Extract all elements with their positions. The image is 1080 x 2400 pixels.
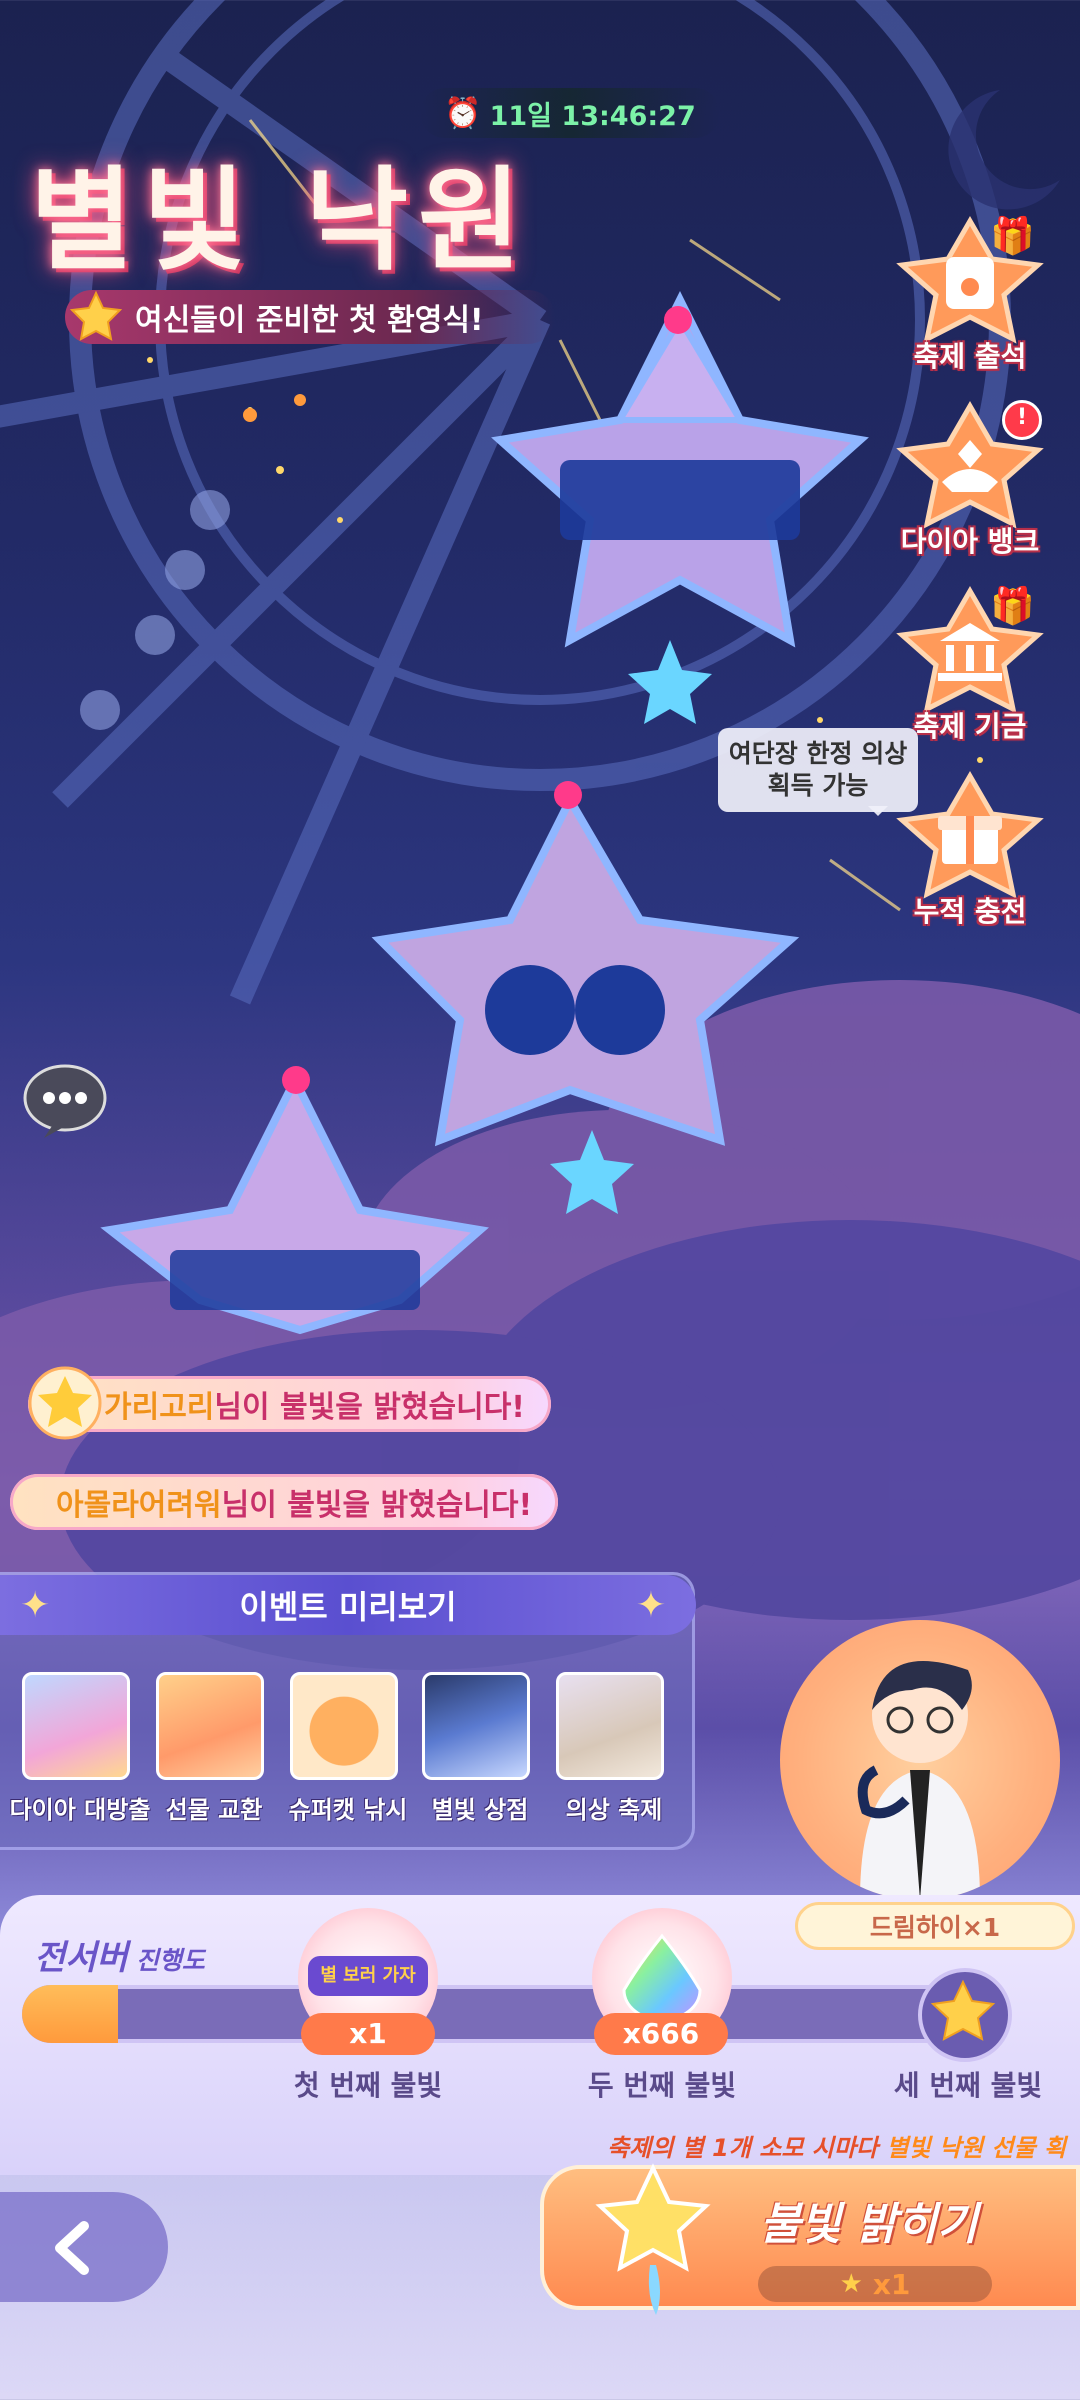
gift-icon: 🎁 xyxy=(990,216,1035,257)
lantern-tooltip: 여단장 한정 의상 획득 가능 xyxy=(718,728,918,816)
tooltip-line-1: 여단장 한정 의상 xyxy=(728,739,908,768)
diamond-bank-label: 다이아 뱅크 xyxy=(900,525,1040,558)
diamond-bank-button[interactable]: ! 다이아 뱅크 xyxy=(890,400,1050,560)
festival-attendance-label: 축제 출석 xyxy=(913,340,1027,373)
festival-star-icon: ★ xyxy=(839,2269,863,2299)
progress-bar-fill xyxy=(22,1985,118,2043)
festival-fund-button[interactable]: 🎁 축제 기금 xyxy=(890,585,1050,745)
chat-bubble-icon xyxy=(23,1064,107,1138)
star-icon xyxy=(930,1979,996,2041)
character-illustration xyxy=(857,1661,980,1900)
event-subtitle: 여신들이 준비한 첫 환영식! xyxy=(65,290,555,344)
progress-title-sub: 진행도 xyxy=(135,1946,205,1975)
milestone-2-count: x666 xyxy=(594,2013,728,2055)
tooltip-line-2: 획득 가능 xyxy=(767,771,869,800)
star-icon: ✦ xyxy=(635,1584,666,1626)
chevron-left-icon xyxy=(55,2221,89,2275)
preview-item-costume-festival[interactable]: 의상 축제 xyxy=(556,1672,672,1824)
star-icon: ✦ xyxy=(20,1584,51,1626)
star-icon xyxy=(28,1366,102,1440)
timer-text: 11일 13:46:27 xyxy=(489,100,696,132)
gift-icon: 🎁 xyxy=(990,586,1035,627)
title-reward-icon: 별 보러 가자 xyxy=(308,1956,428,1996)
festival-attendance-button[interactable]: 🎁 축제 출석 xyxy=(890,215,1050,375)
light-notice: 아몰라어려워 님이 불빛을 밝혔습니다! xyxy=(10,1474,559,1530)
gift-cat-thumbnail xyxy=(156,1672,264,1780)
notice-text: 님이 불빛을 밝혔습니다! xyxy=(221,1488,533,1523)
milestone-2-label: 두 번째 불빛 xyxy=(587,2069,737,2102)
reward-badge: 드림하이×1 xyxy=(795,1902,1075,1950)
cost-count: x1 xyxy=(872,2267,911,2301)
progress-bar xyxy=(22,1985,982,2043)
progress-title-main: 전서버 xyxy=(34,1938,128,1978)
player-name: 가리고리 xyxy=(104,1390,215,1425)
milestone-3-reward[interactable] xyxy=(918,1968,1012,2062)
preview-item-starlight-shop[interactable]: 별빛 상점 xyxy=(422,1672,538,1824)
star-lantern-top[interactable] xyxy=(491,291,869,724)
chest-thumbnail xyxy=(22,1672,130,1780)
character-portrait xyxy=(780,1620,1060,1900)
chat-button[interactable] xyxy=(22,1062,108,1140)
progress-title: 전서버 진행도 xyxy=(34,1930,205,1979)
preview-item-supercat-fishing[interactable]: 슈퍼캣 낚시 xyxy=(289,1672,407,1824)
milestone-1-label: 첫 번째 불빛 xyxy=(293,2069,443,2102)
reward-note-prefix: 축제의 별 1개 소모 시마다 xyxy=(607,2134,887,2162)
event-preview-header: ✦ 이벤트 미리보기 ✦ xyxy=(0,1575,696,1635)
preview-item-diamond-giveaway[interactable]: 다이아 대방출 xyxy=(10,1672,150,1824)
back-button[interactable] xyxy=(0,2192,168,2302)
light-notice: 가리고리 님이 불빛을 밝혔습니다! xyxy=(28,1376,551,1432)
preview-item-label: 의상 축제 xyxy=(565,1796,663,1824)
alert-badge: ! xyxy=(1002,400,1042,440)
milestone-3-label: 세 번째 불빛 xyxy=(893,2069,1043,2102)
star-icon xyxy=(69,290,123,341)
preview-item-gift-exchange[interactable]: 선물 교환 xyxy=(156,1672,272,1824)
event-title: 별빛 낙원 xyxy=(30,156,532,286)
star-wand-icon xyxy=(595,2163,711,2315)
event-preview-title: 이벤트 미리보기 xyxy=(239,1588,457,1626)
milestone-1-count: x1 xyxy=(301,2013,435,2055)
cost-pill: ★ x1 xyxy=(758,2266,992,2302)
cat-thumbnail xyxy=(290,1672,398,1780)
player-name: 아몰라어려워 xyxy=(56,1488,222,1523)
cumulative-charge-label: 누적 충전 xyxy=(913,895,1027,928)
rainbow-crystal-icon xyxy=(622,1933,702,2022)
light-up-label: 불빛 밝히기 xyxy=(760,2199,978,2250)
character-thumbnail xyxy=(556,1672,664,1780)
notice-text: 님이 불빛을 밝혔습니다! xyxy=(214,1390,525,1425)
clock-icon: ⏰ xyxy=(444,95,482,131)
character-thumbnail xyxy=(422,1672,530,1780)
